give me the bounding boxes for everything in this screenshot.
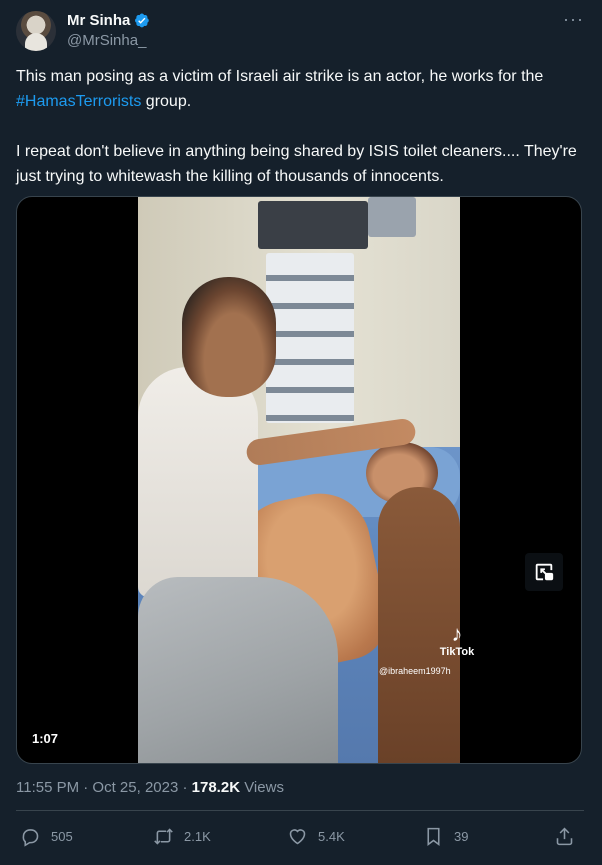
video-player[interactable]: ♪ TikTok @ibraheem1997h 1:07 <box>16 196 582 764</box>
share-button[interactable] <box>554 826 585 847</box>
share-icon <box>556 827 573 846</box>
bookmark-count: 39 <box>454 829 469 844</box>
author-handle[interactable]: @MrSinha_ <box>67 32 146 49</box>
retweet-button[interactable]: 2.1K <box>153 826 211 847</box>
picture-in-picture-icon <box>535 563 554 581</box>
tweet-text-part: This man posing as a victim of Israeli a… <box>16 68 544 85</box>
avatar[interactable] <box>16 11 56 51</box>
tweet-text-part: group. <box>141 93 192 110</box>
picture-in-picture-button[interactable] <box>525 553 563 591</box>
views-label: Views <box>240 779 284 796</box>
tweet-text: This man posing as a victim of Israeli a… <box>16 64 581 189</box>
action-bar: 505 2.1K 5.4K 39 <box>0 826 602 854</box>
tiktok-username: @ibraheem1997h <box>379 666 451 676</box>
tweet-paragraph-1: This man posing as a victim of Israeli a… <box>16 64 581 114</box>
tiktok-watermark: ♪ TikTok <box>427 621 487 659</box>
video-scene-monitor <box>258 201 368 249</box>
author-name-row: Mr Sinha <box>67 12 150 29</box>
video-duration: 1:07 <box>32 731 59 746</box>
video-scene-monitor <box>368 197 416 237</box>
like-button[interactable]: 5.4K <box>287 826 345 847</box>
divider <box>16 810 584 811</box>
tweet-paragraph-2: I repeat don't believe in anything being… <box>16 143 577 185</box>
retweet-count: 2.1K <box>184 829 211 844</box>
tweet-meta: 11:55 PM · Oct 25, 2023 · 178.2K Views <box>16 779 284 796</box>
video-scene-man <box>138 367 258 597</box>
video-frame[interactable] <box>138 197 460 763</box>
reply-icon <box>22 829 39 847</box>
author-display-name[interactable]: Mr Sinha <box>67 12 130 29</box>
verified-badge-icon <box>135 13 150 28</box>
video-scene-infusion-pumps <box>266 253 354 423</box>
tweet-header: Mr Sinha @MrSinha_ ··· <box>0 0 602 60</box>
like-count: 5.4K <box>318 829 345 844</box>
reply-button[interactable]: 505 <box>20 826 73 847</box>
more-horizontal-icon[interactable]: ··· <box>563 9 584 30</box>
reply-count: 505 <box>51 829 73 844</box>
heart-icon <box>289 829 306 845</box>
timestamp[interactable]: 11:55 PM · Oct 25, 2023 · <box>16 779 192 796</box>
video-scene-sheet <box>138 577 338 763</box>
tiktok-brand: TikTok <box>439 646 475 658</box>
video-scene-man-head <box>182 277 276 397</box>
bookmark-icon <box>427 827 440 846</box>
tiktok-logo-icon: ♪ <box>451 621 463 646</box>
retweet-icon <box>154 828 173 845</box>
views-count: 178.2K <box>191 779 241 796</box>
hashtag-link[interactable]: #HamasTerrorists <box>16 93 141 110</box>
bookmark-button[interactable]: 39 <box>423 826 468 847</box>
